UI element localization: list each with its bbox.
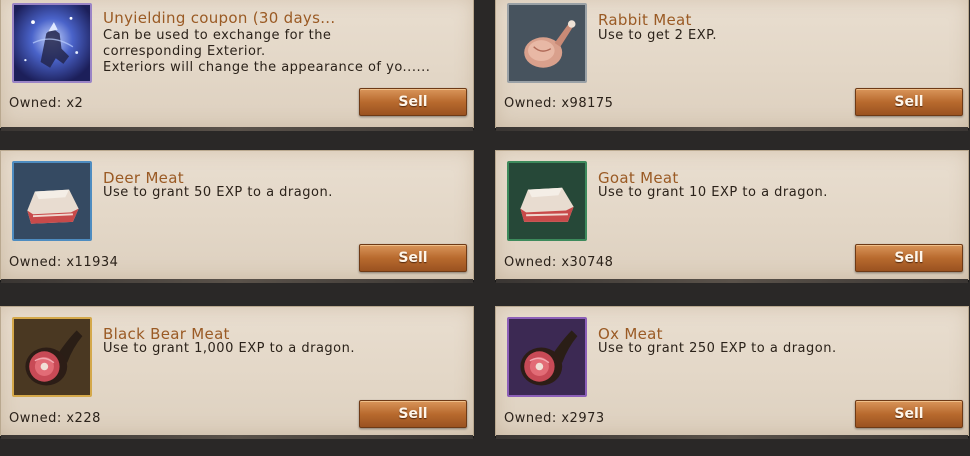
- item-description: Use to grant 10 EXP to a dragon.: [598, 185, 828, 200]
- item-card-ox-meat: Ox Meat Use to grant 250 EXP to a dragon…: [495, 306, 969, 439]
- item-card-deer-meat: Deer Meat Use to grant 50 EXP to a drago…: [0, 150, 474, 283]
- black-bear-meat-icon: [12, 317, 92, 397]
- sell-button[interactable]: Sell: [359, 400, 467, 428]
- unyielding-coupon-icon: [12, 3, 92, 83]
- item-owned-count: Owned: x11934: [9, 255, 119, 270]
- ox-meat-icon: [507, 317, 587, 397]
- item-owned-count: Owned: x98175: [504, 96, 614, 111]
- item-card-black-bear-meat: Black Bear Meat Use to grant 1,000 EXP t…: [0, 306, 474, 439]
- item-owned-count: Owned: x2: [9, 96, 84, 111]
- item-owned-count: Owned: x2973: [504, 411, 605, 426]
- item-description: Can be used to exchange for the correspo…: [103, 28, 431, 75]
- item-description: Use to grant 1,000 EXP to a dragon.: [103, 341, 355, 356]
- sell-button[interactable]: Sell: [855, 244, 963, 272]
- item-description: Use to grant 250 EXP to a dragon.: [598, 341, 837, 356]
- sell-button[interactable]: Sell: [359, 244, 467, 272]
- item-card-goat-meat: Goat Meat Use to grant 10 EXP to a drago…: [495, 150, 969, 283]
- item-title: Unyielding coupon (30 days...: [103, 9, 336, 27]
- rabbit-meat-icon: [507, 3, 587, 83]
- sell-button[interactable]: Sell: [855, 88, 963, 116]
- item-description: Use to grant 50 EXP to a dragon.: [103, 185, 333, 200]
- item-owned-count: Owned: x228: [9, 411, 101, 426]
- sell-button[interactable]: Sell: [359, 88, 467, 116]
- deer-meat-icon: [12, 161, 92, 241]
- item-owned-count: Owned: x30748: [504, 255, 614, 270]
- item-card-unyielding-coupon: Unyielding coupon (30 days... Can be use…: [0, 0, 474, 131]
- item-card-rabbit-meat: Rabbit Meat Use to get 2 EXP. Owned: x98…: [495, 0, 969, 131]
- goat-meat-icon: [507, 161, 587, 241]
- sell-button[interactable]: Sell: [855, 400, 963, 428]
- item-description: Use to get 2 EXP.: [598, 28, 718, 43]
- item-title: Rabbit Meat: [598, 11, 692, 29]
